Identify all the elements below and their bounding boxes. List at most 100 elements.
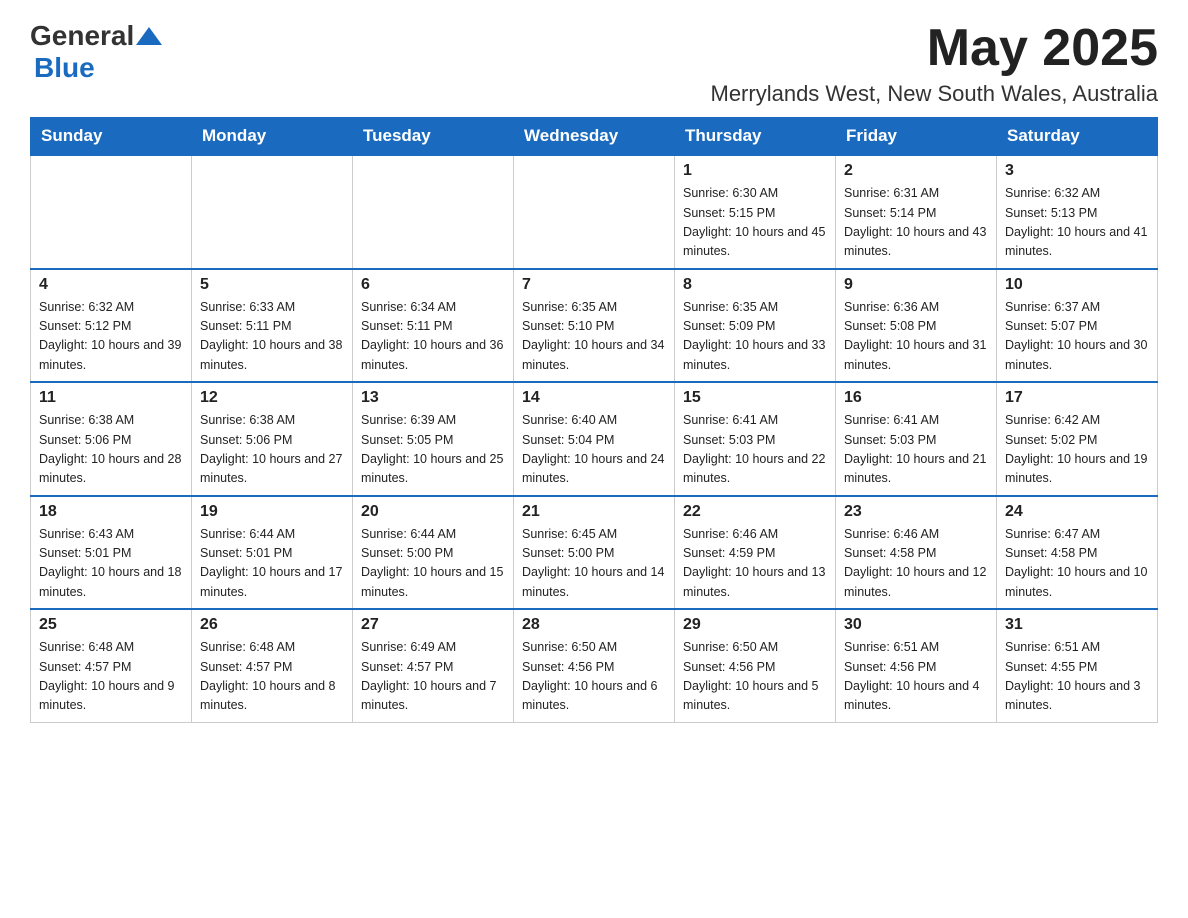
table-row: 9 Sunrise: 6:36 AMSunset: 5:08 PMDaylight…	[836, 269, 997, 383]
table-row: 24 Sunrise: 6:47 AMSunset: 4:58 PMDayligh…	[997, 496, 1158, 610]
day-number: 29	[683, 616, 827, 634]
title-block: May 2025 Merrylands West, New South Wale…	[711, 20, 1159, 107]
page-header: General Blue May 2025 Merrylands West, N…	[30, 20, 1158, 107]
month-title: May 2025	[711, 20, 1159, 77]
table-row: 25 Sunrise: 6:48 AMSunset: 4:57 PMDayligh…	[31, 609, 192, 722]
calendar-table: Sunday Monday Tuesday Wednesday Thursday…	[30, 117, 1158, 723]
table-row: 21 Sunrise: 6:45 AMSunset: 5:00 PMDayligh…	[514, 496, 675, 610]
sun-info: Sunrise: 6:38 AMSunset: 5:06 PMDaylight:…	[200, 411, 344, 489]
day-number: 26	[200, 616, 344, 634]
sun-info: Sunrise: 6:32 AMSunset: 5:12 PMDaylight:…	[39, 298, 183, 376]
table-row: 12 Sunrise: 6:38 AMSunset: 5:06 PMDayligh…	[192, 382, 353, 496]
table-row: 22 Sunrise: 6:46 AMSunset: 4:59 PMDayligh…	[675, 496, 836, 610]
sun-info: Sunrise: 6:35 AMSunset: 5:10 PMDaylight:…	[522, 298, 666, 376]
sun-info: Sunrise: 6:48 AMSunset: 4:57 PMDaylight:…	[200, 638, 344, 716]
day-number: 21	[522, 503, 666, 521]
sun-info: Sunrise: 6:48 AMSunset: 4:57 PMDaylight:…	[39, 638, 183, 716]
col-sunday: Sunday	[31, 118, 192, 156]
table-row: 30Sunrise: 6:51 AMSunset: 4:56 PMDayligh…	[836, 609, 997, 722]
logo-blue-text: Blue	[34, 52, 95, 84]
table-row	[31, 155, 192, 269]
table-row: 17Sunrise: 6:42 AMSunset: 5:02 PMDayligh…	[997, 382, 1158, 496]
day-number: 12	[200, 389, 344, 407]
day-number: 18	[39, 503, 183, 521]
sun-info: Sunrise: 6:51 AMSunset: 4:56 PMDaylight:…	[844, 638, 988, 716]
table-row: 13Sunrise: 6:39 AMSunset: 5:05 PMDayligh…	[353, 382, 514, 496]
sun-info: Sunrise: 6:44 AMSunset: 5:01 PMDaylight:…	[200, 525, 344, 603]
day-number: 22	[683, 503, 827, 521]
table-row: 29 Sunrise: 6:50 AMSunset: 4:56 PMDayligh…	[675, 609, 836, 722]
calendar-week-row: 4 Sunrise: 6:32 AMSunset: 5:12 PMDaylight…	[31, 269, 1158, 383]
day-number: 28	[522, 616, 666, 634]
sun-info: Sunrise: 6:41 AMSunset: 5:03 PMDaylight:…	[844, 411, 988, 489]
day-number: 25	[39, 616, 183, 634]
day-number: 10	[1005, 276, 1149, 294]
day-number: 27	[361, 616, 505, 634]
day-number: 15	[683, 389, 827, 407]
table-row: 10 Sunrise: 6:37 AMSunset: 5:07 PMDayligh…	[997, 269, 1158, 383]
sun-info: Sunrise: 6:38 AMSunset: 5:06 PMDaylight:…	[39, 411, 183, 489]
calendar-week-row: 1 Sunrise: 6:30 AMSunset: 5:15 PMDaylight…	[31, 155, 1158, 269]
sun-info: Sunrise: 6:46 AMSunset: 4:58 PMDaylight:…	[844, 525, 988, 603]
sun-info: Sunrise: 6:46 AMSunset: 4:59 PMDaylight:…	[683, 525, 827, 603]
col-monday: Monday	[192, 118, 353, 156]
table-row: 4 Sunrise: 6:32 AMSunset: 5:12 PMDaylight…	[31, 269, 192, 383]
location-title: Merrylands West, New South Wales, Austra…	[711, 81, 1159, 107]
day-number: 31	[1005, 616, 1149, 634]
day-number: 9	[844, 276, 988, 294]
col-friday: Friday	[836, 118, 997, 156]
table-row: 1 Sunrise: 6:30 AMSunset: 5:15 PMDaylight…	[675, 155, 836, 269]
sun-info: Sunrise: 6:34 AMSunset: 5:11 PMDaylight:…	[361, 298, 505, 376]
sun-info: Sunrise: 6:37 AMSunset: 5:07 PMDaylight:…	[1005, 298, 1149, 376]
sun-info: Sunrise: 6:44 AMSunset: 5:00 PMDaylight:…	[361, 525, 505, 603]
day-number: 14	[522, 389, 666, 407]
sun-info: Sunrise: 6:36 AMSunset: 5:08 PMDaylight:…	[844, 298, 988, 376]
day-number: 3	[1005, 162, 1149, 180]
table-row: 5Sunrise: 6:33 AMSunset: 5:11 PMDaylight…	[192, 269, 353, 383]
sun-info: Sunrise: 6:32 AMSunset: 5:13 PMDaylight:…	[1005, 184, 1149, 262]
sun-info: Sunrise: 6:50 AMSunset: 4:56 PMDaylight:…	[683, 638, 827, 716]
sun-info: Sunrise: 6:43 AMSunset: 5:01 PMDaylight:…	[39, 525, 183, 603]
day-number: 8	[683, 276, 827, 294]
day-number: 24	[1005, 503, 1149, 521]
sun-info: Sunrise: 6:40 AMSunset: 5:04 PMDaylight:…	[522, 411, 666, 489]
table-row: 11 Sunrise: 6:38 AMSunset: 5:06 PMDayligh…	[31, 382, 192, 496]
table-row: 8Sunrise: 6:35 AMSunset: 5:09 PMDaylight…	[675, 269, 836, 383]
table-row: 27Sunrise: 6:49 AMSunset: 4:57 PMDayligh…	[353, 609, 514, 722]
day-number: 7	[522, 276, 666, 294]
day-number: 4	[39, 276, 183, 294]
sun-info: Sunrise: 6:42 AMSunset: 5:02 PMDaylight:…	[1005, 411, 1149, 489]
day-number: 19	[200, 503, 344, 521]
table-row: 28Sunrise: 6:50 AMSunset: 4:56 PMDayligh…	[514, 609, 675, 722]
table-row: 26 Sunrise: 6:48 AMSunset: 4:57 PMDayligh…	[192, 609, 353, 722]
table-row: 23 Sunrise: 6:46 AMSunset: 4:58 PMDayligh…	[836, 496, 997, 610]
logo: General Blue	[30, 20, 162, 84]
day-number: 23	[844, 503, 988, 521]
table-row: 15Sunrise: 6:41 AMSunset: 5:03 PMDayligh…	[675, 382, 836, 496]
day-number: 20	[361, 503, 505, 521]
col-wednesday: Wednesday	[514, 118, 675, 156]
day-number: 16	[844, 389, 988, 407]
sun-info: Sunrise: 6:51 AMSunset: 4:55 PMDaylight:…	[1005, 638, 1149, 716]
calendar-week-row: 18 Sunrise: 6:43 AMSunset: 5:01 PMDayligh…	[31, 496, 1158, 610]
table-row	[353, 155, 514, 269]
table-row: 6Sunrise: 6:34 AMSunset: 5:11 PMDaylight…	[353, 269, 514, 383]
sun-info: Sunrise: 6:45 AMSunset: 5:00 PMDaylight:…	[522, 525, 666, 603]
table-row: 2Sunrise: 6:31 AMSunset: 5:14 PMDaylight…	[836, 155, 997, 269]
sun-info: Sunrise: 6:47 AMSunset: 4:58 PMDaylight:…	[1005, 525, 1149, 603]
day-number: 11	[39, 389, 183, 407]
sun-info: Sunrise: 6:33 AMSunset: 5:11 PMDaylight:…	[200, 298, 344, 376]
table-row: 20 Sunrise: 6:44 AMSunset: 5:00 PMDayligh…	[353, 496, 514, 610]
table-row: 16 Sunrise: 6:41 AMSunset: 5:03 PMDayligh…	[836, 382, 997, 496]
col-thursday: Thursday	[675, 118, 836, 156]
table-row: 19 Sunrise: 6:44 AMSunset: 5:01 PMDayligh…	[192, 496, 353, 610]
calendar-week-row: 11 Sunrise: 6:38 AMSunset: 5:06 PMDayligh…	[31, 382, 1158, 496]
table-row	[514, 155, 675, 269]
sun-info: Sunrise: 6:30 AMSunset: 5:15 PMDaylight:…	[683, 184, 827, 262]
table-row: 7 Sunrise: 6:35 AMSunset: 5:10 PMDaylight…	[514, 269, 675, 383]
col-saturday: Saturday	[997, 118, 1158, 156]
col-tuesday: Tuesday	[353, 118, 514, 156]
sun-info: Sunrise: 6:39 AMSunset: 5:05 PMDaylight:…	[361, 411, 505, 489]
calendar-header-row: Sunday Monday Tuesday Wednesday Thursday…	[31, 118, 1158, 156]
day-number: 1	[683, 162, 827, 180]
